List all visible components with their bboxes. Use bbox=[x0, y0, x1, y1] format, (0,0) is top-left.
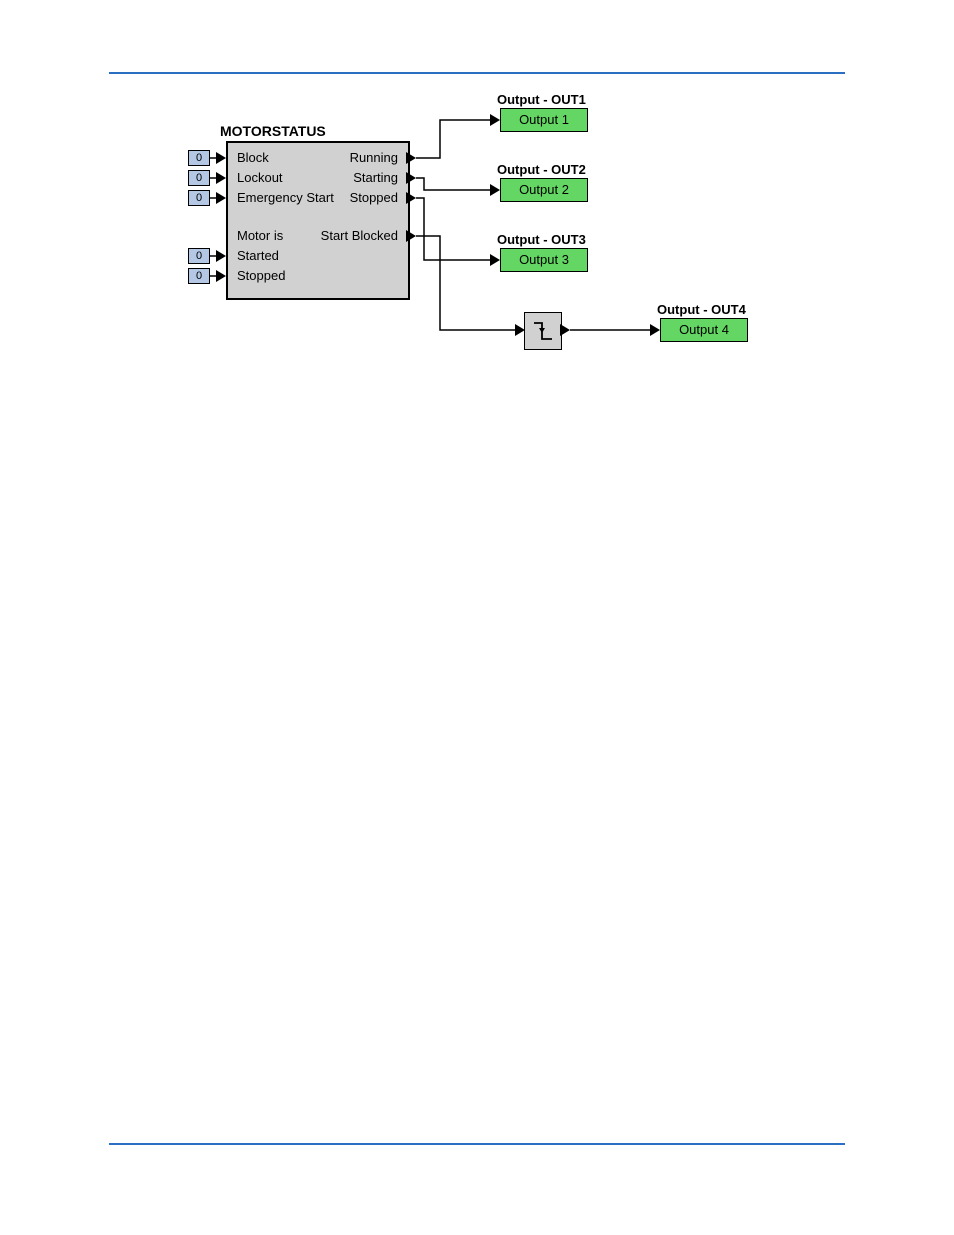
inverter-out-arrow bbox=[560, 324, 570, 336]
out3-arrow bbox=[490, 254, 500, 266]
input-label-stopped: Stopped bbox=[237, 268, 285, 283]
port-arrow-running bbox=[406, 152, 416, 164]
input-label-block: Block bbox=[237, 150, 269, 165]
page-rule-bottom bbox=[109, 1143, 845, 1145]
out4-box: Output 4 bbox=[660, 318, 748, 342]
out1-box: Output 1 bbox=[500, 108, 588, 132]
motorstatus-title: MOTORSTATUS bbox=[220, 123, 326, 139]
output-label-starting: Starting bbox=[300, 170, 398, 185]
output-label-start-blocked: Start Blocked bbox=[300, 228, 398, 243]
out3-box: Output 3 bbox=[500, 248, 588, 272]
out2-title: Output - OUT2 bbox=[497, 162, 586, 177]
page-rule-top bbox=[109, 72, 845, 74]
input-label-started: Started bbox=[237, 248, 279, 263]
out4-title: Output - OUT4 bbox=[657, 302, 746, 317]
out3-title: Output - OUT3 bbox=[497, 232, 586, 247]
inverter-block bbox=[524, 312, 562, 350]
const-emergency: 0 bbox=[188, 190, 210, 206]
port-arrow-in-emergency bbox=[216, 192, 226, 204]
out2-arrow bbox=[490, 184, 500, 196]
falling-edge-icon bbox=[525, 313, 561, 349]
port-arrow-stopped bbox=[406, 192, 416, 204]
inverter-in-arrow bbox=[515, 324, 525, 336]
output-label-running: Running bbox=[300, 150, 398, 165]
port-arrow-in-stopped bbox=[216, 270, 226, 282]
out1-title: Output - OUT1 bbox=[497, 92, 586, 107]
port-arrow-in-started bbox=[216, 250, 226, 262]
port-arrow-start-blocked bbox=[406, 230, 416, 242]
const-lockout: 0 bbox=[188, 170, 210, 186]
out4-arrow bbox=[650, 324, 660, 336]
out2-box: Output 2 bbox=[500, 178, 588, 202]
const-started: 0 bbox=[188, 248, 210, 264]
port-arrow-in-block bbox=[216, 152, 226, 164]
input-label-motor-is: Motor is bbox=[237, 228, 283, 243]
wires bbox=[0, 0, 954, 400]
port-arrow-starting bbox=[406, 172, 416, 184]
port-arrow-in-lockout bbox=[216, 172, 226, 184]
const-block: 0 bbox=[188, 150, 210, 166]
input-label-lockout: Lockout bbox=[237, 170, 283, 185]
output-label-stopped: Stopped bbox=[300, 190, 398, 205]
out1-arrow bbox=[490, 114, 500, 126]
const-stopped: 0 bbox=[188, 268, 210, 284]
